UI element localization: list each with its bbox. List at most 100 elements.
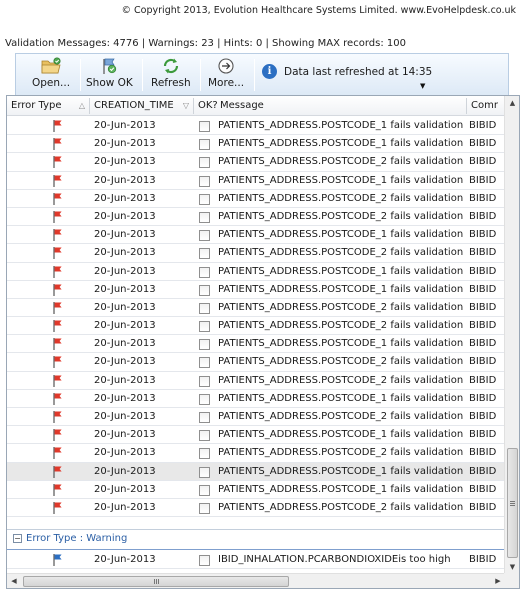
ok-checkbox[interactable] [199, 157, 210, 169]
table-row[interactable]: 20-Jun-2013 PATIENTS_ADDRESS.POSTCODE_2 f… [7, 408, 505, 427]
ok-checkbox[interactable] [199, 393, 210, 405]
ok-checkbox[interactable] [199, 266, 210, 278]
horizontal-scrollbar[interactable]: ◀ ▶ [7, 573, 505, 588]
ok-checkbox[interactable] [199, 302, 210, 314]
table-row[interactable]: 20-Jun-2013 PATIENTS_ADDRESS.POSTCODE_2 f… [7, 317, 505, 336]
table-row[interactable]: 20-Jun-2013 PATIENTS_ADDRESS.POSTCODE_1 f… [7, 481, 505, 499]
table-row[interactable]: 20-Jun-2013 PATIENTS_ADDRESS.POSTCODE_1 f… [7, 426, 505, 445]
ok-checkbox[interactable] [199, 412, 210, 423]
ok-checkbox[interactable] [199, 121, 210, 132]
row-message: PATIENTS_ADDRESS.POSTCODE_1 fails valida… [218, 174, 464, 186]
row-date: 20-Jun-2013 [94, 265, 156, 277]
table-row[interactable]: 20-Jun-2013 PATIENTS_ADDRESS.POSTCODE_1 f… [7, 281, 505, 299]
ok-checkbox[interactable] [199, 321, 210, 333]
table-row[interactable]: 20-Jun-2013 PATIENTS_ADDRESS.POSTCODE_2 f… [7, 372, 505, 390]
table-row[interactable]: 20-Jun-2013 PATIENTS_ADDRESS.POSTCODE_2 f… [7, 499, 505, 518]
row-message: PATIENTS_ADDRESS.POSTCODE_2 fails valida… [218, 411, 464, 422]
table-row[interactable]: 20-Jun-2013 PATIENTS_ADDRESS.POSTCODE_1 f… [7, 172, 505, 190]
table-row[interactable]: 20-Jun-2013 PATIENTS_ADDRESS.POSTCODE_1 f… [7, 226, 505, 245]
row-comment: BIBID [469, 247, 497, 259]
scroll-right-arrow[interactable]: ▶ [491, 574, 505, 588]
column-header-error-type[interactable]: Error Type △ [7, 96, 89, 115]
chevron-down-icon[interactable]: ▼ [420, 82, 425, 90]
open-button[interactable]: Open... [32, 56, 70, 93]
row-comment: BIBID [469, 447, 497, 459]
ok-checkbox[interactable] [199, 193, 210, 205]
table-row[interactable]: 20-Jun-2013 PATIENTS_ADDRESS.POSTCODE_2 f… [7, 190, 505, 208]
row-date: 20-Jun-2013 [94, 501, 156, 513]
ok-checkbox[interactable] [199, 502, 210, 514]
row-comment: BIBID [469, 120, 497, 131]
refresh-button[interactable]: Refresh [151, 56, 191, 93]
ok-checkbox[interactable] [199, 284, 210, 296]
ok-checkbox[interactable] [199, 357, 210, 369]
group-divider [7, 549, 505, 550]
error-flag-icon [53, 392, 62, 405]
table-row[interactable]: 20-Jun-2013 PATIENTS_ADDRESS.POSTCODE_2 f… [7, 153, 505, 172]
copyright-text: © Copyright 2013, Evolution Healthcare S… [121, 5, 516, 16]
table-row[interactable]: 20-Jun-2013 PATIENTS_ADDRESS.POSTCODE_2 f… [7, 444, 505, 463]
row-comment: BIBID [469, 483, 497, 495]
ok-checkbox[interactable] [199, 484, 210, 496]
ok-checkbox[interactable] [199, 175, 210, 187]
error-flag-icon [53, 411, 62, 423]
group-header-warning[interactable]: − Error Type : Warning [7, 529, 505, 550]
ok-checkbox[interactable] [199, 375, 210, 387]
row-comment: BIBID [469, 138, 497, 150]
more-button[interactable]: More... [208, 56, 244, 93]
ok-checkbox[interactable] [199, 230, 210, 242]
row-message: PATIENTS_ADDRESS.POSTCODE_2 fails valida… [218, 301, 464, 313]
row-message: PATIENTS_ADDRESS.POSTCODE_2 fails valida… [218, 210, 464, 222]
row-message: PATIENTS_ADDRESS.POSTCODE_1 fails valida… [218, 465, 464, 477]
error-flag-icon [53, 501, 62, 514]
ok-checkbox[interactable] [199, 211, 210, 223]
row-comment: BIBID [469, 429, 497, 441]
ok-checkbox[interactable] [199, 466, 210, 478]
row-message: PATIENTS_ADDRESS.POSTCODE_1 fails valida… [218, 483, 464, 495]
column-header-comment[interactable]: Comr [467, 96, 505, 115]
vertical-scrollbar[interactable]: ▲ ▼ [504, 96, 519, 574]
row-message: PATIENTS_ADDRESS.POSTCODE_2 fails valida… [218, 192, 464, 204]
column-header-message[interactable]: Message [216, 96, 466, 115]
table-row[interactable]: 20-Jun-2013 PATIENTS_ADDRESS.POSTCODE_1 f… [7, 117, 505, 136]
table-row[interactable]: 20-Jun-2013 PATIENTS_ADDRESS.POSTCODE_1 f… [7, 335, 505, 354]
error-flag-icon [53, 192, 62, 205]
row-date: 20-Jun-2013 [94, 483, 156, 495]
column-header-error-type-label: Error Type [11, 100, 62, 111]
refresh-label: Refresh [151, 77, 191, 89]
folder-open-icon [40, 56, 62, 76]
error-flag-icon [53, 229, 62, 242]
column-header-ok[interactable]: OK? [194, 96, 218, 115]
table-row[interactable]: 20-Jun-2013 IBID_INHALATION.PCARBONDIOXI… [7, 551, 505, 569]
error-flag-icon [53, 429, 62, 442]
ok-checkbox[interactable] [199, 339, 210, 351]
scroll-down-arrow[interactable]: ▼ [505, 560, 519, 574]
ok-checkbox[interactable] [199, 430, 210, 442]
scroll-up-arrow[interactable]: ▲ [505, 96, 519, 110]
error-flag-icon [53, 120, 62, 132]
table-row[interactable]: 20-Jun-2013 PATIENTS_ADDRESS.POSTCODE_1 f… [7, 390, 505, 408]
row-comment: BIBID [469, 192, 497, 204]
collapse-icon[interactable]: − [13, 534, 22, 543]
scroll-left-arrow[interactable]: ◀ [7, 574, 21, 588]
error-flag-icon [53, 174, 62, 187]
table-row[interactable]: 20-Jun-2013 PATIENTS_ADDRESS.POSTCODE_2 f… [7, 353, 505, 372]
table-row[interactable]: 20-Jun-2013 PATIENTS_ADDRESS.POSTCODE_2 f… [7, 244, 505, 263]
column-header-creation-time[interactable]: CREATION_TIME ▽ [90, 96, 193, 115]
table-row[interactable]: 20-Jun-2013 PATIENTS_ADDRESS.POSTCODE_1 f… [7, 462, 505, 481]
table-row[interactable]: 20-Jun-2013 PATIENTS_ADDRESS.POSTCODE_2 f… [7, 299, 505, 318]
ok-checkbox[interactable] [199, 248, 210, 260]
horizontal-scroll-thumb[interactable] [23, 576, 289, 587]
row-comment: BIBID [469, 174, 497, 186]
ok-checkbox[interactable] [199, 139, 210, 151]
row-message: PATIENTS_ADDRESS.POSTCODE_2 fails valida… [218, 356, 464, 368]
ok-checkbox[interactable] [199, 555, 210, 566]
info-icon: i [262, 64, 277, 79]
table-row[interactable]: 20-Jun-2013 PATIENTS_ADDRESS.POSTCODE_1 f… [7, 135, 505, 154]
ok-checkbox[interactable] [199, 448, 210, 460]
vertical-scroll-thumb[interactable] [507, 448, 518, 558]
table-row[interactable]: 20-Jun-2013 PATIENTS_ADDRESS.POSTCODE_1 f… [7, 263, 505, 281]
show-ok-button[interactable]: Show OK [86, 56, 133, 93]
table-row[interactable]: 20-Jun-2013 PATIENTS_ADDRESS.POSTCODE_2 f… [7, 208, 505, 227]
row-message: PATIENTS_ADDRESS.POSTCODE_1 fails valida… [218, 338, 464, 350]
